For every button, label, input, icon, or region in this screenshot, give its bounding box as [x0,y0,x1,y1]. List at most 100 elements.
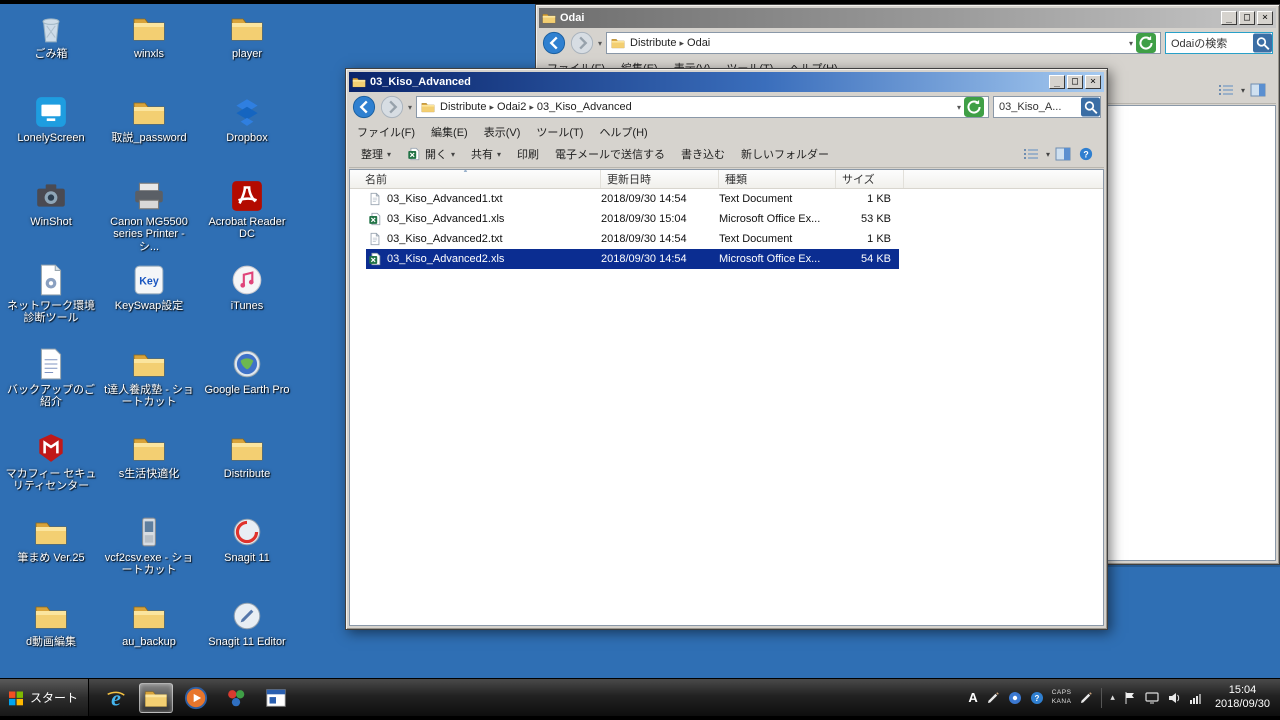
breadcrumb-item[interactable]: 03_Kiso_Advanced [535,101,634,113]
menu-item[interactable]: ヘルプ(H) [599,124,647,140]
toolbar-button[interactable]: 書き込む [673,142,733,166]
menu-item[interactable]: ツール(T) [536,124,583,140]
address-dropdown-icon[interactable]: ▾ [957,103,961,112]
refresh-button[interactable] [964,97,984,117]
desktop-icon[interactable]: t達人養成塾 - ショートカット [100,342,198,426]
desktop-icon[interactable]: 筆まめ Ver.25 [2,510,100,594]
ime-mode-label[interactable]: A [968,690,977,705]
history-dropdown-icon[interactable]: ▾ [598,39,602,48]
breadcrumb-item[interactable]: Distribute [438,101,488,113]
search-input[interactable]: 03_Kiso_A... [999,101,1078,113]
refresh-button[interactable] [1136,33,1156,53]
toolbar-button[interactable]: 印刷 [509,142,547,166]
maximize-button[interactable]: □ [1067,75,1083,89]
titlebar[interactable]: 03_Kiso_Advanced _□× [349,72,1104,92]
forward-button[interactable] [380,95,404,119]
column-header[interactable]: 名前▲ [350,170,601,188]
menu-item[interactable]: 編集(E) [431,124,468,140]
desktop-icon[interactable]: au_backup [100,594,198,678]
toolbar-button[interactable]: 電子メールで送信する [547,142,673,166]
search-icon[interactable] [1253,33,1272,53]
start-button[interactable]: スタート [0,679,89,716]
toolbar-button[interactable]: 共有▾ [463,142,509,166]
flag-icon[interactable] [1123,691,1137,705]
chevron-down-icon[interactable]: ▾ [1046,150,1050,159]
editor-app-taskbar-button[interactable] [259,683,293,713]
column-header[interactable]: 更新日時 [601,170,719,188]
preview-pane-button[interactable] [1250,83,1268,98]
address-bar[interactable]: Distribute▸Odai ▾ [606,32,1161,54]
speaker-icon[interactable] [1167,691,1181,705]
breadcrumb-item[interactable]: Odai [685,37,712,49]
chevron-down-icon[interactable]: ▾ [1241,86,1245,95]
close-button[interactable]: × [1257,11,1273,25]
media-app-taskbar-button[interactable] [219,683,253,713]
search-input[interactable]: Odaiの検索 [1171,35,1250,51]
minimize-button[interactable]: _ [1049,75,1065,89]
forward-button[interactable] [570,31,594,55]
toolbar-button[interactable]: 新しいフォルダー [733,142,837,166]
back-button[interactable] [542,31,566,55]
close-button[interactable]: × [1085,75,1101,89]
breadcrumb-item[interactable]: Distribute [628,37,678,49]
chevron-up-icon[interactable]: ▴ [1110,692,1115,703]
desktop-icon[interactable]: Canon MG5500 series Printer - シ... [100,174,198,258]
desktop-icon[interactable]: Distribute [198,426,296,510]
menu-item[interactable]: ファイル(F) [357,124,415,140]
pen-icon[interactable] [1079,691,1093,705]
maximize-button[interactable]: □ [1239,11,1255,25]
desktop-icon[interactable]: vcf2csv.exe - ショートカット [100,510,198,594]
desktop-icon[interactable]: KeyKeySwap設定 [100,258,198,342]
breadcrumb-item[interactable]: Odai2 [495,101,528,113]
help-button[interactable]: ? [1078,147,1096,162]
desktop-icon[interactable]: ネットワーク環境診断ツール [2,258,100,342]
column-header[interactable]: サイズ [836,170,904,188]
desktop-icon[interactable]: iTunes [198,258,296,342]
toolbar-button[interactable]: 整理▾ [353,142,399,166]
file-row[interactable]: 03_Kiso_Advanced1.xls2018/09/30 15:04Mic… [350,209,1103,229]
monitor-icon[interactable] [1145,691,1159,705]
search-box[interactable]: Odaiの検索 [1165,32,1273,54]
desktop-icon[interactable]: Snagit 11 Editor [198,594,296,678]
history-dropdown-icon[interactable]: ▾ [408,103,412,112]
desktop-icon[interactable]: バックアップのご紹介 [2,342,100,426]
desktop-icon[interactable]: Google Earth Pro [198,342,296,426]
file-row[interactable]: 03_Kiso_Advanced2.txt2018/09/30 14:54Tex… [350,229,1103,249]
titlebar[interactable]: Odai _□× [539,8,1276,28]
preview-pane-button[interactable] [1055,147,1073,162]
breadcrumb-arrow-icon[interactable]: ▸ [528,102,535,112]
wmp-taskbar-button[interactable] [179,683,213,713]
explorer-taskbar-button[interactable] [139,683,173,713]
ime-pen-icon[interactable] [986,691,1000,705]
address-bar[interactable]: Distribute▸Odai2▸03_Kiso_Advanced ▾ [416,96,989,118]
desktop-icon[interactable]: Dropbox [198,90,296,174]
address-dropdown-icon[interactable]: ▾ [1129,39,1133,48]
desktop-icon[interactable]: s生活快適化 [100,426,198,510]
desktop-icon[interactable]: Acrobat Reader DC [198,174,296,258]
list-view-button[interactable] [1218,83,1236,98]
ie-taskbar-button[interactable]: e [99,683,133,713]
file-row[interactable]: 03_Kiso_Advanced1.txt2018/09/30 14:54Tex… [350,189,1103,209]
toolbar-button[interactable]: 開く▾ [399,142,463,166]
desktop-icon[interactable]: d動画編集 [2,594,100,678]
ime-help-icon[interactable]: ? [1030,691,1044,705]
desktop-icon[interactable]: ごみ箱 [2,6,100,90]
desktop-icon[interactable]: winxls [100,6,198,90]
desktop-icon[interactable]: 取説_password [100,90,198,174]
search-icon[interactable] [1081,97,1100,117]
minimize-button[interactable]: _ [1221,11,1237,25]
ime-pad-icon[interactable] [1008,691,1022,705]
desktop-icon[interactable]: WinShot [2,174,100,258]
column-header[interactable]: 種類 [719,170,836,188]
file-row[interactable]: 03_Kiso_Advanced2.xls2018/09/30 14:54Mic… [350,249,1103,269]
network-icon[interactable] [1189,691,1203,705]
taskbar-clock[interactable]: 15:04 2018/09/30 [1211,684,1270,712]
back-button[interactable] [352,95,376,119]
desktop-icon[interactable]: Snagit 11 [198,510,296,594]
desktop-icon[interactable]: マカフィー セキュリティセンター [2,426,100,510]
desktop-icon[interactable]: player [198,6,296,90]
menu-item[interactable]: 表示(V) [484,124,521,140]
search-box[interactable]: 03_Kiso_A... [993,96,1101,118]
list-view-button[interactable] [1023,147,1041,162]
desktop-icon[interactable]: LonelyScreen [2,90,100,174]
